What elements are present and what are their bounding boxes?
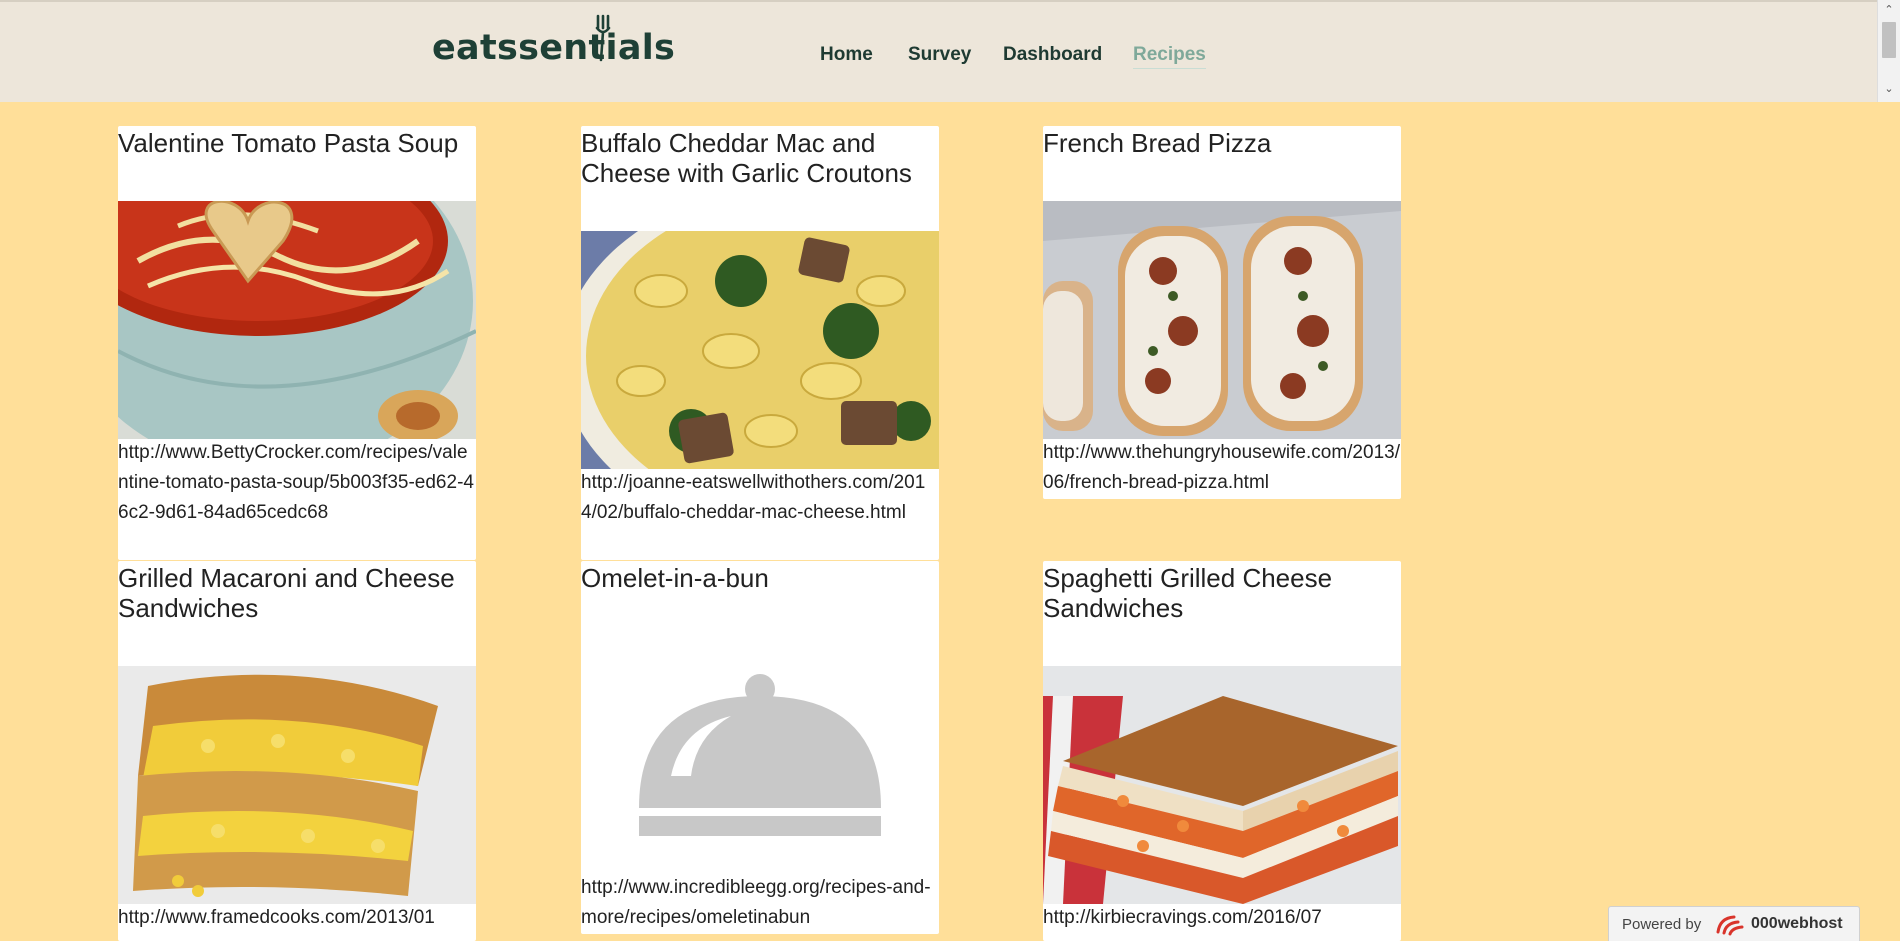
recipe-image[interactable] bbox=[1043, 666, 1401, 904]
scroll-up-icon[interactable]: ⌃ bbox=[1878, 3, 1900, 16]
recipe-image[interactable] bbox=[118, 201, 476, 439]
nav-dashboard[interactable]: Dashboard bbox=[1003, 44, 1102, 66]
recipe-url[interactable]: http://www.framedcooks.com/2013/01 bbox=[118, 903, 476, 933]
recipe-card[interactable]: Grilled Macaroni and Cheese Sandwiches h… bbox=[118, 561, 476, 941]
recipe-card[interactable]: Valentine Tomato Pasta Soup http://www.B… bbox=[118, 126, 476, 560]
scrollbar-thumb[interactable] bbox=[1882, 22, 1896, 58]
recipe-image[interactable] bbox=[581, 231, 939, 469]
recipe-url[interactable]: http://www.thehungryhousewife.com/2013/0… bbox=[1043, 438, 1401, 498]
site-logo[interactable]: eatssentials bbox=[432, 28, 675, 68]
recipe-card[interactable]: French Bread Pizza http://www.thehungryh… bbox=[1043, 126, 1401, 499]
nav-home[interactable]: Home bbox=[820, 44, 873, 66]
spaghetti-grilled-cheese-photo bbox=[1043, 666, 1401, 904]
powered-by-badge[interactable]: Powered by 000webhost bbox=[1608, 906, 1860, 941]
recipe-title: Grilled Macaroni and Cheese Sandwiches bbox=[118, 563, 455, 623]
fork-icon bbox=[595, 14, 611, 62]
grilled-mac-cheese-sandwich-photo bbox=[118, 666, 476, 904]
recipe-card[interactable]: Omelet-in-a-bun http://www.incredibleegg… bbox=[581, 561, 939, 934]
top-navbar: eatssentials Home Survey Dashboard Recip… bbox=[0, 0, 1877, 102]
page-scrollbar[interactable]: ⌃ ⌄ bbox=[1877, 0, 1900, 102]
recipe-title: Buffalo Cheddar Mac and Cheese with Garl… bbox=[581, 128, 912, 188]
recipe-card[interactable]: Buffalo Cheddar Mac and Cheese with Garl… bbox=[581, 126, 939, 560]
recipe-title: French Bread Pizza bbox=[1043, 128, 1272, 158]
powered-by-label: Powered by bbox=[1622, 916, 1702, 933]
mac-and-cheese-broccoli-photo bbox=[581, 231, 939, 469]
recipe-url[interactable]: http://www.incredibleegg.org/recipes-and… bbox=[581, 873, 939, 933]
placeholder-cloche-icon bbox=[581, 636, 939, 874]
scroll-down-icon[interactable]: ⌄ bbox=[1878, 82, 1900, 95]
recipe-title: Valentine Tomato Pasta Soup bbox=[118, 128, 459, 158]
french-bread-pizza-photo bbox=[1043, 201, 1401, 439]
recipe-image[interactable] bbox=[581, 636, 939, 874]
webhost-brand: 000webhost bbox=[1751, 915, 1843, 932]
recipe-url[interactable]: http://www.BettyCrocker.com/recipes/vale… bbox=[118, 438, 476, 528]
recipe-url[interactable]: http://joanne-eatswellwithothers.com/201… bbox=[581, 468, 939, 528]
recipe-title: Spaghetti Grilled Cheese Sandwiches bbox=[1043, 563, 1333, 623]
webhost-logo-icon bbox=[1716, 915, 1744, 936]
recipe-card[interactable]: Spaghetti Grilled Cheese Sandwiches http… bbox=[1043, 561, 1401, 941]
recipe-image[interactable] bbox=[1043, 201, 1401, 439]
nav-survey[interactable]: Survey bbox=[908, 44, 971, 66]
tomato-pasta-soup-photo bbox=[118, 201, 476, 439]
recipe-url[interactable]: http://kirbiecravings.com/2016/07 bbox=[1043, 903, 1401, 933]
recipe-image[interactable] bbox=[118, 666, 476, 904]
nav-recipes[interactable]: Recipes bbox=[1133, 44, 1206, 69]
recipe-title: Omelet-in-a-bun bbox=[581, 563, 769, 593]
